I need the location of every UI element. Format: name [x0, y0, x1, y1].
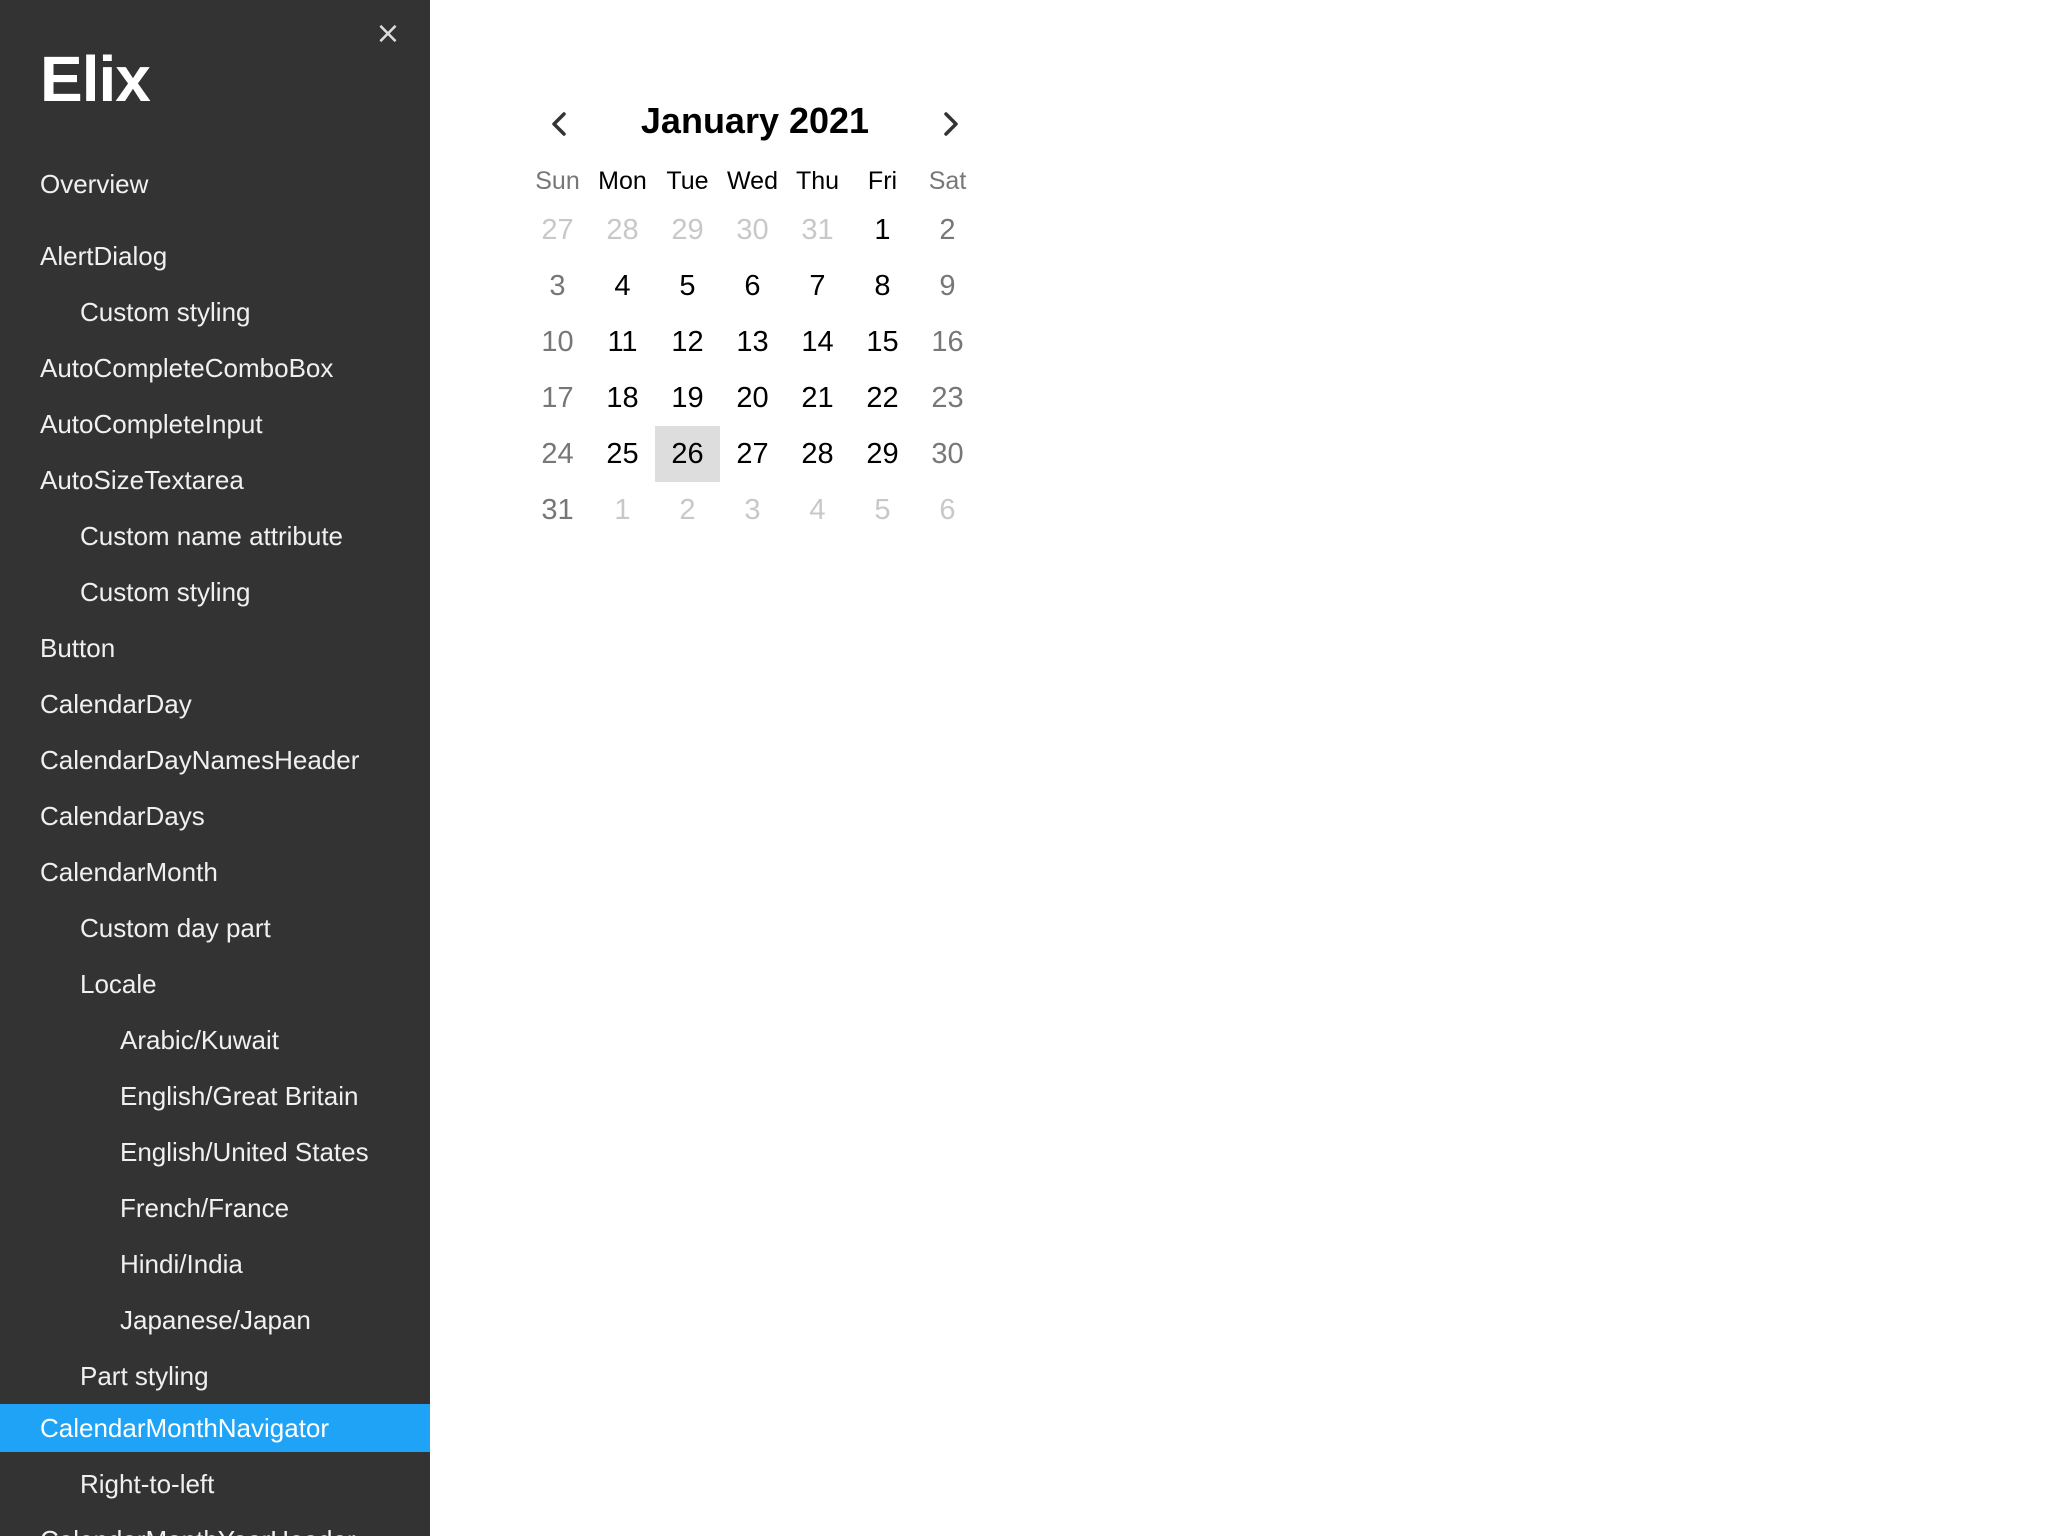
main-content: January 2021 Sun Mon Tue Wed Thu Fri Sat 27 28 2…: [430, 0, 2048, 1536]
sidebar-item-right-to-left[interactable]: Right-to-left: [0, 1456, 430, 1512]
sidebar-item-japanese-japan[interactable]: Japanese/Japan: [0, 1292, 430, 1348]
calendar-day[interactable]: 27: [525, 202, 590, 258]
calendar-day[interactable]: 6: [915, 482, 980, 538]
sidebar-item-french-france[interactable]: French/France: [0, 1180, 430, 1236]
sidebar-item-part-styling[interactable]: Part styling: [0, 1348, 430, 1404]
sidebar-item-autocompleteinput[interactable]: AutoCompleteInput: [0, 396, 430, 452]
calendar-day[interactable]: 31: [525, 482, 590, 538]
close-icon: ×: [375, 16, 401, 51]
chevron-right-icon: [944, 112, 958, 136]
sidebar-item-calendarmonth[interactable]: CalendarMonth: [0, 844, 430, 900]
sidebar-item-calendardays[interactable]: CalendarDays: [0, 788, 430, 844]
calendar-day-today[interactable]: 26: [655, 426, 720, 482]
calendar-day[interactable]: 5: [850, 482, 915, 538]
day-name-fri: Fri: [867, 167, 898, 195]
sidebar-item-calendardaynamesheader[interactable]: CalendarDayNamesHeader: [0, 732, 430, 788]
calendar-day[interactable]: 3: [720, 482, 785, 538]
calendar-day[interactable]: 1: [590, 482, 655, 538]
calendar-header: January 2021: [525, 92, 985, 156]
calendar-month-navigator: January 2021 Sun Mon Tue Wed Thu Fri Sat 27 28 2…: [525, 92, 985, 538]
calendar-day[interactable]: 16: [915, 314, 980, 370]
calendar-day[interactable]: 28: [785, 426, 850, 482]
next-month-button[interactable]: [931, 104, 971, 144]
calendar-days: 27 28 29 30 31 1 2 3 4 5 6 7 8 9 10 11 12 13 14 15 16 17 18 19 2…: [525, 202, 985, 538]
day-name-sun: Sun: [535, 167, 580, 195]
calendar-day[interactable]: 14: [785, 314, 850, 370]
calendar-day[interactable]: 25: [590, 426, 655, 482]
day-name-sat: Sat: [928, 167, 967, 195]
brand-logo-text[interactable]: Elix: [40, 42, 151, 116]
calendar-day[interactable]: 17: [525, 370, 590, 426]
sidebar-item-calendarmonthyearheader[interactable]: CalendarMonthYearHeader: [0, 1512, 430, 1536]
sidebar-item-custom-day-part[interactable]: Custom day part: [0, 900, 430, 956]
sidebar-item-custom-styling[interactable]: Custom styling: [0, 564, 430, 620]
calendar-day[interactable]: 24: [525, 426, 590, 482]
calendar-day[interactable]: 4: [590, 258, 655, 314]
calendar-day[interactable]: 15: [850, 314, 915, 370]
sidebar-item-hindi-india[interactable]: Hindi/India: [0, 1236, 430, 1292]
calendar-day[interactable]: 28: [590, 202, 655, 258]
day-names-header: Sun Mon Tue Wed Thu Fri Sat: [525, 162, 985, 200]
sidebar-item-calendarday[interactable]: CalendarDay: [0, 676, 430, 732]
calendar-day[interactable]: 30: [720, 202, 785, 258]
calendar-day[interactable]: 30: [915, 426, 980, 482]
sidebar-item-overview[interactable]: Overview: [0, 156, 430, 212]
calendar-day[interactable]: 18: [590, 370, 655, 426]
calendar-day[interactable]: 5: [655, 258, 720, 314]
day-name-wed: Wed: [727, 167, 778, 195]
calendar-day[interactable]: 23: [915, 370, 980, 426]
calendar-day[interactable]: 9: [915, 258, 980, 314]
day-name-tue: Tue: [666, 167, 709, 195]
sidebar-item-custom-styling[interactable]: Custom styling: [0, 284, 430, 340]
sidebar-item-calendarmonthnavigator[interactable]: CalendarMonthNavigator: [0, 1404, 430, 1452]
sidebar-item-button[interactable]: Button: [0, 620, 430, 676]
calendar-month-title: January 2021: [640, 100, 870, 141]
calendar-day[interactable]: 20: [720, 370, 785, 426]
calendar-day[interactable]: 29: [655, 202, 720, 258]
calendar-day[interactable]: 13: [720, 314, 785, 370]
sidebar-item-locale[interactable]: Locale: [0, 956, 430, 1012]
close-sidebar-button[interactable]: ×: [368, 14, 408, 54]
calendar-day[interactable]: 27: [720, 426, 785, 482]
sidebar: × Elix Overview AlertDialog Custom styling…: [0, 0, 430, 1536]
calendar-day[interactable]: 10: [525, 314, 590, 370]
sidebar-item-custom-name-attribute[interactable]: Custom name attribute: [0, 508, 430, 564]
calendar-day[interactable]: 4: [785, 482, 850, 538]
calendar-day[interactable]: 8: [850, 258, 915, 314]
calendar-day[interactable]: 6: [720, 258, 785, 314]
calendar-day[interactable]: 29: [850, 426, 915, 482]
calendar-day[interactable]: 7: [785, 258, 850, 314]
calendar-day[interactable]: 3: [525, 258, 590, 314]
calendar-day[interactable]: 2: [655, 482, 720, 538]
day-name-mon: Mon: [598, 167, 647, 195]
sidebar-item-alertdialog[interactable]: AlertDialog: [0, 228, 430, 284]
sidebar-item-arabic-kuwait[interactable]: Arabic/Kuwait: [0, 1012, 430, 1068]
sidebar-nav: Overview AlertDialog Custom styling AutoCom…: [0, 156, 430, 1536]
calendar-day[interactable]: 19: [655, 370, 720, 426]
calendar-day[interactable]: 1: [850, 202, 915, 258]
calendar-day[interactable]: 31: [785, 202, 850, 258]
sidebar-item-autosizetextarea[interactable]: AutoSizeTextarea: [0, 452, 430, 508]
calendar-day[interactable]: 11: [590, 314, 655, 370]
calendar-day[interactable]: 22: [850, 370, 915, 426]
sidebar-item-english-united-states[interactable]: English/United States: [0, 1124, 430, 1180]
calendar-day[interactable]: 21: [785, 370, 850, 426]
calendar-day[interactable]: 2: [915, 202, 980, 258]
calendar-day[interactable]: 12: [655, 314, 720, 370]
day-name-thu: Thu: [795, 167, 840, 195]
sidebar-item-english-great-britain[interactable]: English/Great Britain: [0, 1068, 430, 1124]
sidebar-item-autocompletecombobox[interactable]: AutoCompleteComboBox: [0, 340, 430, 396]
